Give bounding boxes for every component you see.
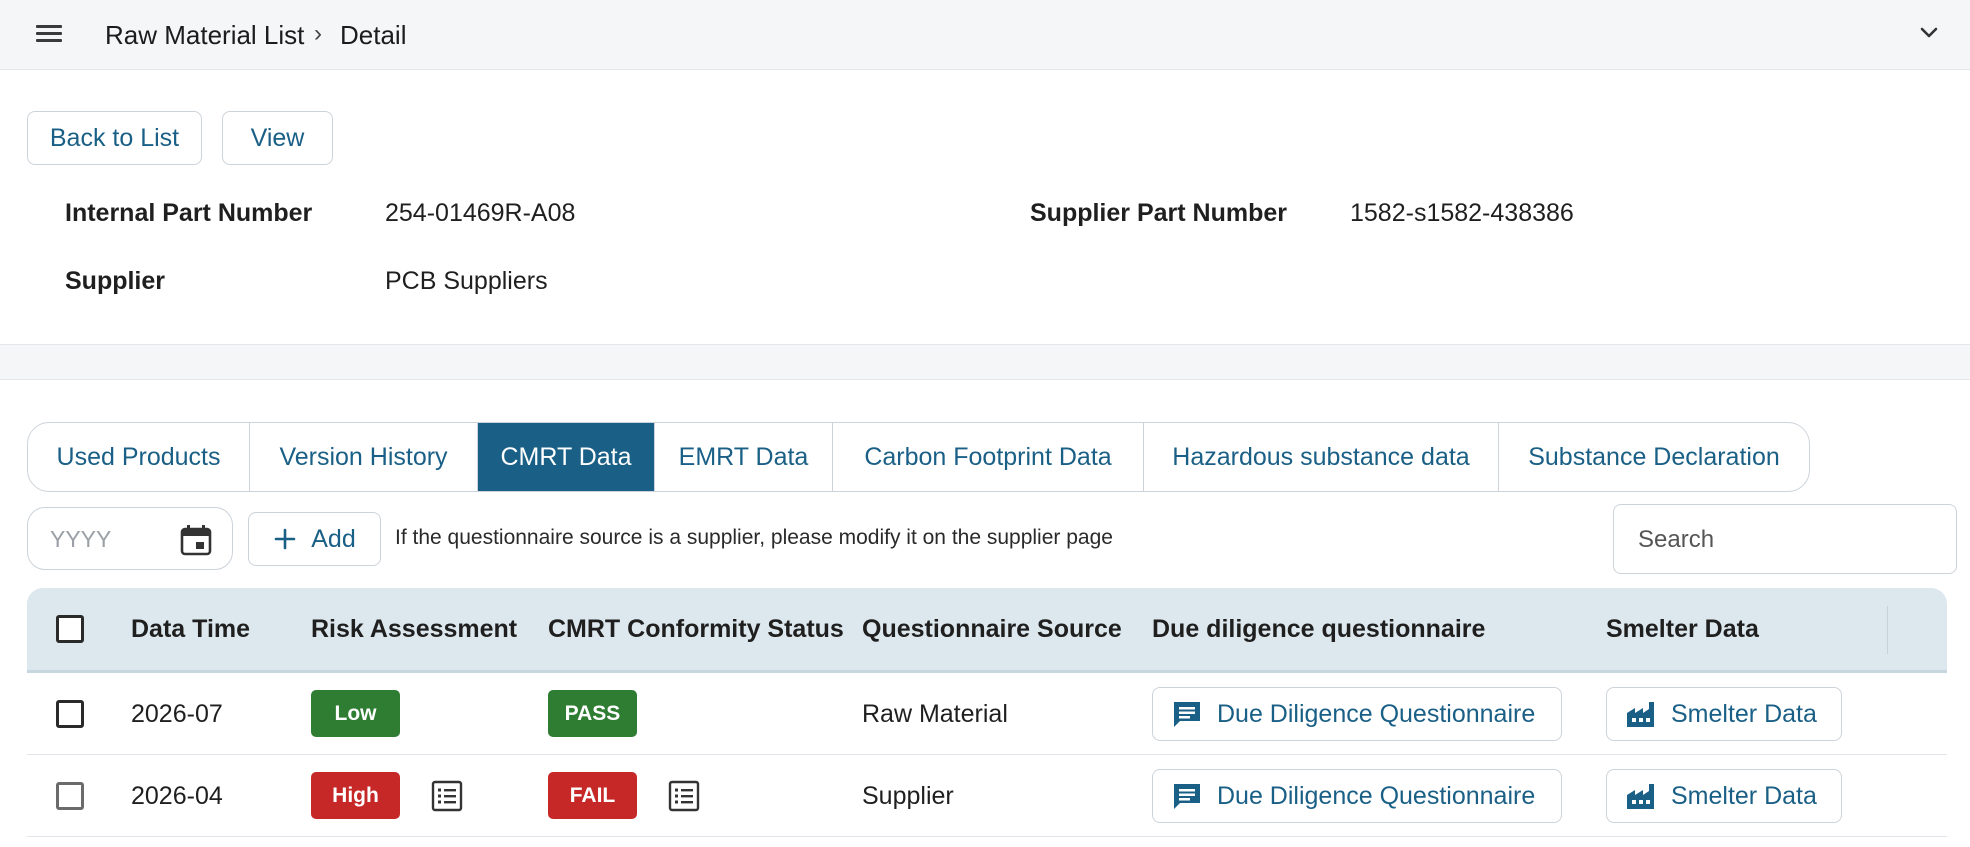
year-input[interactable] bbox=[50, 522, 170, 556]
section-divider bbox=[0, 344, 1970, 380]
row-checkbox[interactable] bbox=[56, 782, 84, 810]
due-diligence-label: Due Diligence Questionnaire bbox=[1217, 781, 1536, 810]
supplier-label: Supplier bbox=[65, 267, 166, 295]
header-data-time[interactable]: Data Time bbox=[131, 615, 250, 644]
row-checkbox[interactable] bbox=[56, 700, 84, 728]
table-row: 2026-04 High FAIL Supplier Due Diligence… bbox=[27, 755, 1947, 837]
risk-badge: Low bbox=[311, 690, 400, 737]
tab-hazardous-substance-data[interactable]: Hazardous substance data bbox=[1144, 423, 1499, 491]
list-icon[interactable] bbox=[431, 780, 463, 812]
conformity-badge: PASS bbox=[548, 690, 637, 737]
menu-icon[interactable] bbox=[34, 22, 64, 48]
plus-icon bbox=[274, 528, 296, 550]
cell-questionnaire-source: Raw Material bbox=[862, 700, 1008, 728]
header-risk-assessment[interactable]: Risk Assessment bbox=[311, 615, 517, 644]
chat-icon bbox=[1174, 784, 1200, 809]
tab-used-products[interactable]: Used Products bbox=[28, 423, 250, 491]
breadcrumb-root[interactable]: Raw Material List bbox=[105, 20, 304, 51]
supplier-hint-text: If the questionnaire source is a supplie… bbox=[395, 526, 1113, 549]
due-diligence-button[interactable]: Due Diligence Questionnaire bbox=[1152, 769, 1562, 823]
internal-part-value: 254-01469R-A08 bbox=[385, 199, 576, 227]
header-due-diligence[interactable]: Due diligence questionnaire bbox=[1152, 615, 1485, 644]
select-all-checkbox[interactable] bbox=[56, 615, 84, 643]
header-cmrt-conformity[interactable]: CMRT Conformity Status bbox=[548, 615, 844, 644]
table-header: Data Time Risk Assessment CMRT Conformit… bbox=[27, 588, 1947, 673]
smelter-data-label: Smelter Data bbox=[1671, 781, 1817, 810]
view-button[interactable]: View bbox=[222, 111, 333, 165]
tab-cmrt-data[interactable]: CMRT Data bbox=[478, 423, 655, 491]
factory-icon bbox=[1627, 702, 1654, 727]
tab-version-history[interactable]: Version History bbox=[250, 423, 478, 491]
smelter-data-button[interactable]: Smelter Data bbox=[1606, 769, 1842, 823]
add-button[interactable]: Add bbox=[248, 512, 381, 566]
tab-emrt-data[interactable]: EMRT Data bbox=[655, 423, 833, 491]
supplier-part-label: Supplier Part Number bbox=[1030, 199, 1287, 227]
search-input[interactable] bbox=[1638, 523, 1938, 557]
column-divider bbox=[1887, 606, 1888, 654]
risk-badge: High bbox=[311, 772, 400, 819]
top-bar: Raw Material List › Detail bbox=[0, 0, 1970, 70]
chat-icon bbox=[1174, 702, 1200, 727]
back-to-list-button[interactable]: Back to List bbox=[27, 111, 202, 165]
tab-substance-declaration[interactable]: Substance Declaration bbox=[1499, 423, 1809, 491]
internal-part-label: Internal Part Number bbox=[65, 199, 313, 227]
breadcrumb-separator: › bbox=[314, 20, 322, 47]
chevron-down-icon[interactable] bbox=[1914, 18, 1944, 48]
list-icon[interactable] bbox=[668, 780, 700, 812]
calendar-icon[interactable] bbox=[178, 522, 214, 558]
year-picker[interactable] bbox=[27, 507, 233, 570]
tab-carbon-footprint-data[interactable]: Carbon Footprint Data bbox=[833, 423, 1144, 491]
factory-icon bbox=[1627, 784, 1654, 809]
table-row: 2026-07 Low PASS Raw Material Due Dilige… bbox=[27, 673, 1947, 755]
cell-data-time: 2026-07 bbox=[131, 700, 223, 728]
header-smelter-data[interactable]: Smelter Data bbox=[1606, 615, 1759, 644]
smelter-data-label: Smelter Data bbox=[1671, 699, 1817, 728]
header-questionnaire-source[interactable]: Questionnaire Source bbox=[862, 615, 1122, 644]
cmrt-table: Data Time Risk Assessment CMRT Conformit… bbox=[27, 588, 1947, 837]
supplier-part-value: 1582-s1582-438386 bbox=[1350, 199, 1574, 227]
due-diligence-button[interactable]: Due Diligence Questionnaire bbox=[1152, 687, 1562, 741]
due-diligence-label: Due Diligence Questionnaire bbox=[1217, 699, 1536, 728]
add-button-label: Add bbox=[311, 524, 356, 553]
conformity-badge: FAIL bbox=[548, 772, 637, 819]
smelter-data-button[interactable]: Smelter Data bbox=[1606, 687, 1842, 741]
cell-data-time: 2026-04 bbox=[131, 782, 223, 810]
search-box[interactable] bbox=[1613, 504, 1957, 574]
cell-questionnaire-source: Supplier bbox=[862, 782, 954, 810]
tab-bar: Used Products Version History CMRT Data … bbox=[27, 422, 1810, 492]
supplier-value: PCB Suppliers bbox=[385, 267, 548, 295]
breadcrumb-current: Detail bbox=[340, 20, 407, 50]
